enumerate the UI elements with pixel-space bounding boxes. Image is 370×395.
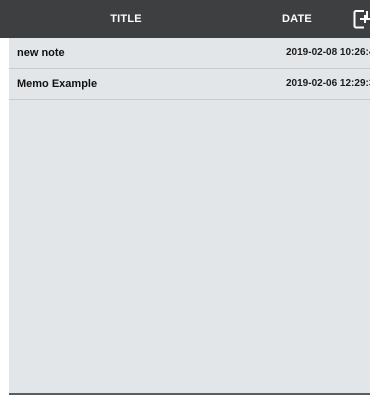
notes-list: new note 2019-02-08 10:26:4 Memo Example… [9,38,370,100]
date-column-header[interactable]: DATE [282,0,332,38]
left-margin [0,38,9,395]
note-date: 2019-02-06 12:29:3 [286,78,370,89]
list-header: TITLE DATE [0,0,370,38]
note-title: Memo Example [17,78,98,90]
title-column-header[interactable]: TITLE [0,0,252,38]
notes-app: TITLE DATE new note 2019-02-08 10:26:4 M… [0,0,370,395]
note-title: new note [17,47,65,59]
new-note-icon [353,10,370,29]
new-note-button[interactable] [352,8,370,30]
note-row[interactable]: Memo Example 2019-02-06 12:29:3 [9,69,370,100]
note-date: 2019-02-08 10:26:4 [286,47,370,58]
note-row[interactable]: new note 2019-02-08 10:26:4 [9,38,370,69]
notes-list-area: new note 2019-02-08 10:26:4 Memo Example… [9,38,370,395]
